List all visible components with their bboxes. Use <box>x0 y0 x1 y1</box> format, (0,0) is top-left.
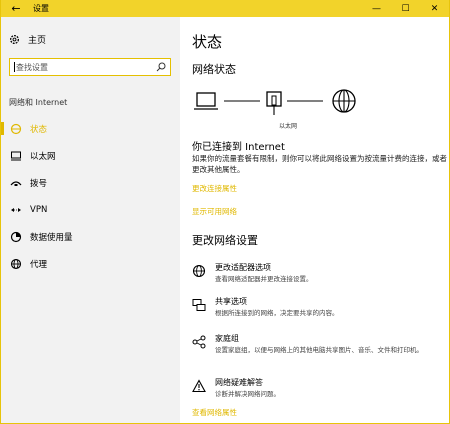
internet-globe-icon <box>332 89 356 113</box>
title-bar: ← 设置 — ☐ ✕ <box>1 0 449 17</box>
sidebar-item-label: 拨号 <box>30 178 48 189</box>
option-title: 更改适配器选项 <box>215 263 271 272</box>
maximize-icon: ☐ <box>401 3 410 14</box>
dialup-icon <box>9 176 23 190</box>
gear-icon <box>10 35 19 44</box>
home-label: 主页 <box>28 36 47 46</box>
connected-title: 你已连接到 Internet <box>192 142 285 153</box>
close-icon: ✕ <box>430 3 439 14</box>
sidebar-item-label: 以太网 <box>30 151 56 162</box>
settings-window: ← 设置 — ☐ ✕ 主页 查找设置 网络和 Internet 状态 以太网 拨… <box>1 0 449 423</box>
adapter-globe-icon <box>192 264 206 278</box>
sidebar-item-proxy[interactable]: 代理 <box>1 250 180 277</box>
option-title: 共享选项 <box>215 297 247 306</box>
sidebar-item-label: 状态 <box>30 124 48 135</box>
minimize-icon: — <box>372 3 381 14</box>
sidebar-item-label: 数据使用量 <box>30 232 73 243</box>
sidebar: 主页 查找设置 网络和 Internet 状态 以太网 拨号 VPN 数据使用量… <box>1 17 180 423</box>
sidebar-nav: 状态 以太网 拨号 VPN 数据使用量 代理 <box>1 115 180 277</box>
section-label: 网络和 Internet <box>9 98 68 107</box>
home-link[interactable]: 主页 <box>9 33 46 46</box>
data-usage-icon <box>9 230 23 244</box>
option-title: 家庭组 <box>215 334 239 343</box>
sidebar-item-ethernet[interactable]: 以太网 <box>1 142 180 169</box>
sidebar-item-data-usage[interactable]: 数据使用量 <box>1 223 180 250</box>
vpn-icon <box>9 203 23 217</box>
option-description: 根据所连接到的网络，决定要共享的内容。 <box>215 309 339 317</box>
option-description: 设置家庭组，以便与网络上的其他电脑共享图片、音乐、文件和打印机。 <box>215 346 423 354</box>
connected-description: 如果你的流量套餐有限制，则你可以将此网络设置为按流量计费的连接，或者更改其他属性… <box>192 154 447 174</box>
option-title: 网络疑难解答 <box>215 378 263 387</box>
maximize-button[interactable]: ☐ <box>391 0 420 17</box>
window-controls: — ☐ ✕ <box>362 0 449 17</box>
network-troubleshooter-item[interactable]: 网络疑难解答 诊断并解决网络问题。 <box>192 377 442 407</box>
back-arrow-icon: ← <box>11 2 21 15</box>
change-connection-properties-link[interactable]: 更改连接属性 <box>192 183 237 194</box>
network-status-diagram <box>194 89 356 115</box>
homegroup-item[interactable]: 家庭组 设置家庭组，以便与网络上的其他电脑共享图片、音乐、文件和打印机。 <box>192 333 442 363</box>
warning-icon <box>192 379 206 393</box>
search-input[interactable]: 查找设置 <box>9 58 171 76</box>
option-description: 查看网络适配器并更改连接设置。 <box>215 275 313 283</box>
close-button[interactable]: ✕ <box>420 0 449 17</box>
sharing-options-item[interactable]: 共享选项 根据所连接到的网络，决定要共享的内容。 <box>192 296 442 326</box>
change-settings-heading: 更改网络设置 <box>192 234 258 247</box>
router-icon <box>266 91 282 115</box>
pc-icon <box>194 92 218 110</box>
adapter-options-item[interactable]: 更改适配器选项 查看网络适配器并更改连接设置。 <box>192 262 442 292</box>
network-status-heading: 网络状态 <box>192 63 236 76</box>
back-button[interactable]: ← <box>1 0 31 17</box>
option-description: 诊断并解决网络问题。 <box>215 390 280 398</box>
show-available-networks-link[interactable]: 显示可用网络 <box>192 206 237 217</box>
page-title: 状态 <box>192 33 223 51</box>
sidebar-item-dialup[interactable]: 拨号 <box>1 169 180 196</box>
sidebar-item-vpn[interactable]: VPN <box>1 196 180 223</box>
main-content: 状态 网络状态 以太网 你已连接到 Internet 如果你的流量套餐有限制，则… <box>180 17 449 423</box>
sidebar-item-label: VPN <box>30 204 48 215</box>
homegroup-icon <box>192 335 206 349</box>
search-placeholder: 查找设置 <box>16 62 48 72</box>
router-label: 以太网 <box>279 123 298 130</box>
minimize-button[interactable]: — <box>362 0 391 17</box>
globe-status-icon <box>9 122 23 136</box>
ethernet-icon <box>9 149 23 163</box>
view-network-properties-link[interactable]: 查看网络属性 <box>192 407 237 418</box>
proxy-globe-icon <box>9 257 23 271</box>
search-icon[interactable] <box>156 62 166 72</box>
sidebar-item-status[interactable]: 状态 <box>1 115 180 142</box>
sharing-icon <box>192 299 206 311</box>
sidebar-item-label: 代理 <box>30 259 48 270</box>
window-title: 设置 <box>33 4 49 13</box>
text-caret <box>14 62 15 72</box>
